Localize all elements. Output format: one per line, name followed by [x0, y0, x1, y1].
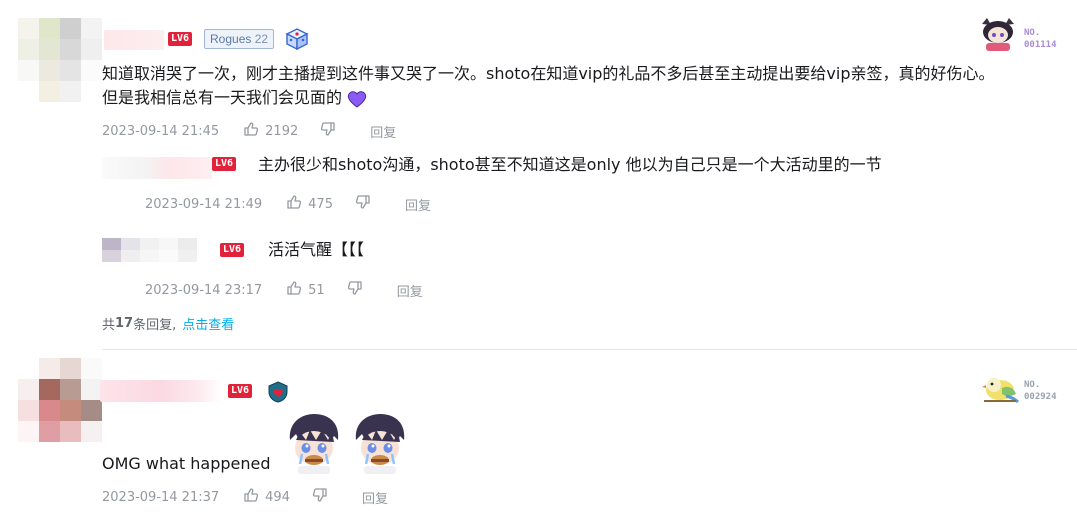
comment-text: OMG what happened — [102, 454, 271, 473]
fan-medal-name: Rogues — [210, 32, 252, 46]
like-button[interactable]: 475 — [286, 194, 333, 214]
reply-meta: 2023-09-14 21:49 475 回复 — [145, 194, 431, 214]
reply-summary-prefix: 共 — [102, 318, 116, 333]
reply-button[interactable]: 回复 — [405, 195, 431, 214]
like-count: 2192 — [265, 123, 299, 139]
dislike-button[interactable] — [312, 487, 328, 507]
like-button[interactable]: 2192 — [243, 121, 298, 141]
view-replies-link[interactable]: 点击查看 — [182, 314, 234, 333]
comment-time: 2023-09-14 21:45 — [102, 123, 220, 139]
reply-button[interactable]: 回复 — [362, 488, 388, 507]
reply-username[interactable] — [102, 238, 198, 262]
comment-meta: 2023-09-14 21:45 2192 回复 — [102, 121, 396, 141]
nft-avatar-icon — [980, 372, 1020, 404]
dislike-button[interactable] — [320, 121, 336, 141]
comment-text-line-2-content: 但是我相信总有一天我们会见面的 — [102, 88, 343, 107]
nft-label: NO. — [1024, 380, 1041, 390]
level-badge: LV6 — [220, 243, 245, 257]
reply-username[interactable] — [102, 157, 212, 179]
thumbs-down-icon — [355, 194, 371, 214]
scrollbar[interactable] — [1071, 125, 1077, 155]
level-badge: LV6 — [168, 32, 193, 46]
like-button[interactable]: 494 — [243, 487, 290, 507]
reply-meta: 2023-09-14 23:17 51 回复 — [145, 280, 423, 300]
thumbs-up-icon — [286, 280, 302, 300]
chibi-boy-crying-sticker — [282, 410, 346, 474]
thumbs-up-icon — [243, 121, 259, 141]
thumbs-up-icon — [243, 487, 259, 507]
fan-medal[interactable]: Rogues 22 — [204, 29, 275, 49]
reply-summary-count: 17 — [115, 316, 134, 331]
thumbs-down-icon — [347, 280, 363, 300]
reply-time: 2023-09-14 23:17 — [145, 282, 263, 298]
username[interactable] — [104, 30, 164, 50]
reply-summary-suffix: 条回复, — [133, 318, 177, 333]
nft-number: 002924 — [1024, 392, 1057, 402]
comment-meta: 2023-09-14 21:37 494 回复 — [102, 487, 388, 507]
comment-time: 2023-09-14 21:37 — [102, 489, 220, 505]
fan-medal-level: 22 — [254, 32, 269, 46]
nft-label: NO. — [1024, 28, 1041, 38]
like-count: 51 — [308, 282, 325, 298]
avatar[interactable] — [18, 18, 102, 102]
reply-button[interactable]: 回复 — [370, 122, 396, 141]
level-badge: LV6 — [212, 157, 237, 171]
comment-text-line-2: 但是我相信总有一天我们会见面的 — [102, 86, 367, 110]
nft-avatar-icon — [978, 16, 1018, 52]
reply-text: 主办很少和shoto沟通，shoto甚至不知道这是only 他以为自己只是一个大… — [258, 155, 882, 174]
thumbs-up-icon — [286, 194, 302, 214]
like-count: 475 — [308, 196, 333, 212]
thumbs-down-icon — [320, 121, 336, 141]
username[interactable] — [100, 380, 222, 402]
level-badge: LV6 — [228, 384, 253, 398]
purple-heart-icon — [347, 90, 367, 108]
shield-heart-icon — [266, 380, 290, 404]
comment-divider — [102, 349, 1077, 350]
dice-icon — [284, 27, 310, 51]
like-button[interactable]: 51 — [286, 280, 325, 300]
nft-number: 001114 — [1024, 40, 1057, 50]
dislike-button[interactable] — [355, 194, 371, 214]
thumbs-down-icon — [312, 487, 328, 507]
reply-text: 活活气醒【【【 — [268, 240, 365, 259]
dislike-button[interactable] — [347, 280, 363, 300]
reply-button[interactable]: 回复 — [397, 281, 423, 300]
chibi-boy-crying-sticker — [348, 410, 412, 474]
reply-time: 2023-09-14 21:49 — [145, 196, 263, 212]
like-count: 494 — [265, 489, 290, 505]
avatar[interactable] — [18, 358, 102, 442]
reply-summary: 共 17 条回复, 点击查看 — [102, 314, 234, 333]
comment-text-line-1: 知道取消哭了一次，刚才主播提到这件事又哭了一次。shoto在知道vip的礼品不多… — [102, 64, 995, 83]
